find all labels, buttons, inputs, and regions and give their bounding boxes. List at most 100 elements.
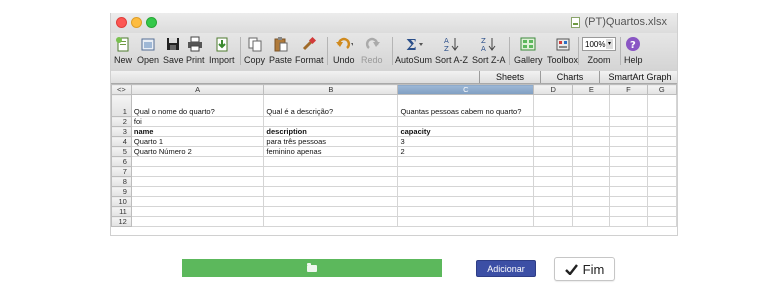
cell[interactable]: feminino apenas xyxy=(263,146,399,157)
cell[interactable]: 3 xyxy=(397,136,535,147)
new-button[interactable]: New xyxy=(114,35,132,65)
cell[interactable] xyxy=(533,206,574,217)
column-header-d[interactable]: D xyxy=(533,84,574,95)
cell[interactable] xyxy=(397,176,535,187)
cell[interactable] xyxy=(397,116,535,127)
cell[interactable]: description xyxy=(263,126,399,137)
cell[interactable]: Qual o nome do quarto? xyxy=(130,94,265,117)
cell[interactable] xyxy=(646,166,677,177)
cell[interactable] xyxy=(533,186,574,197)
cell[interactable]: Qual é a descrição? xyxy=(263,94,399,117)
column-header-c[interactable]: C xyxy=(397,84,535,95)
zoom-control[interactable]: 100% ▾ Zoom xyxy=(582,35,616,65)
cell[interactable] xyxy=(533,126,574,137)
cell[interactable] xyxy=(646,116,677,127)
cell[interactable] xyxy=(609,216,648,227)
cell[interactable] xyxy=(397,186,535,197)
cell[interactable] xyxy=(130,176,265,187)
cell[interactable] xyxy=(609,126,648,137)
cell[interactable] xyxy=(572,176,611,187)
cell[interactable] xyxy=(572,156,611,167)
row-header[interactable]: 12 xyxy=(111,216,132,227)
cell[interactable] xyxy=(609,196,648,207)
tab-smartart[interactable]: SmartArt Graph xyxy=(599,71,677,83)
chevron-down-icon[interactable]: ▾ xyxy=(606,39,613,49)
finish-button[interactable]: Fim xyxy=(554,257,615,281)
select-all-corner[interactable]: <> xyxy=(111,84,132,95)
print-button[interactable]: Print xyxy=(186,35,205,65)
cell[interactable] xyxy=(646,176,677,187)
cell[interactable] xyxy=(533,166,574,177)
cell[interactable]: capacity xyxy=(397,126,535,137)
import-button[interactable]: Import xyxy=(209,35,235,65)
cell[interactable] xyxy=(572,186,611,197)
column-header-f[interactable]: F xyxy=(609,84,648,95)
cell[interactable] xyxy=(572,146,611,157)
cell[interactable] xyxy=(533,146,574,157)
cell[interactable] xyxy=(263,216,399,227)
cell[interactable] xyxy=(533,216,574,227)
cell[interactable] xyxy=(263,186,399,197)
cell[interactable] xyxy=(572,136,611,147)
cell[interactable] xyxy=(130,206,265,217)
cell[interactable] xyxy=(263,176,399,187)
cell[interactable]: name xyxy=(130,126,265,137)
cell[interactable] xyxy=(572,94,611,117)
column-header-g[interactable]: G xyxy=(646,84,677,95)
cell[interactable] xyxy=(609,94,648,117)
cell[interactable] xyxy=(609,176,648,187)
cell[interactable] xyxy=(130,196,265,207)
cell[interactable] xyxy=(646,156,677,167)
cell[interactable] xyxy=(572,126,611,137)
paste-button[interactable]: Paste xyxy=(269,35,292,65)
cell[interactable] xyxy=(572,166,611,177)
row-header[interactable]: 9 xyxy=(111,186,132,197)
row-header[interactable]: 5 xyxy=(111,146,132,157)
cell[interactable]: 2 xyxy=(397,146,535,157)
row-header[interactable]: 2 xyxy=(111,116,132,127)
toolbox-button[interactable]: Toolbox xyxy=(547,35,578,65)
cell[interactable] xyxy=(646,94,677,117)
format-button[interactable]: Format xyxy=(295,35,324,65)
cell[interactable] xyxy=(646,186,677,197)
cell[interactable] xyxy=(263,156,399,167)
row-header[interactable]: 1 xyxy=(111,94,132,117)
cell[interactable] xyxy=(609,166,648,177)
cell[interactable] xyxy=(572,116,611,127)
cell[interactable] xyxy=(533,94,574,117)
cell[interactable]: Quarto 1 xyxy=(130,136,265,147)
cell[interactable] xyxy=(397,216,535,227)
window-close-button[interactable] xyxy=(116,17,127,28)
cell[interactable] xyxy=(646,196,677,207)
cell[interactable] xyxy=(263,116,399,127)
cell[interactable] xyxy=(397,196,535,207)
cell[interactable] xyxy=(646,146,677,157)
cell[interactable] xyxy=(533,196,574,207)
redo-button[interactable]: Redo xyxy=(361,35,383,65)
cell[interactable] xyxy=(646,136,677,147)
cell[interactable] xyxy=(533,116,574,127)
cell[interactable] xyxy=(572,206,611,217)
cell[interactable] xyxy=(130,166,265,177)
cell[interactable] xyxy=(609,136,648,147)
autosum-button[interactable]: Σ AutoSum xyxy=(395,35,432,65)
cell[interactable] xyxy=(609,146,648,157)
cell[interactable] xyxy=(533,136,574,147)
row-header[interactable]: 7 xyxy=(111,166,132,177)
row-header[interactable]: 10 xyxy=(111,196,132,207)
column-header-e[interactable]: E xyxy=(572,84,611,95)
tab-charts[interactable]: Charts xyxy=(540,71,599,83)
cell[interactable]: foi xyxy=(130,116,265,127)
sort-az-button[interactable]: AZ Sort A-Z xyxy=(435,35,468,65)
cell[interactable] xyxy=(533,156,574,167)
add-button[interactable]: Adicionar xyxy=(476,260,536,277)
tab-sheets[interactable]: Sheets xyxy=(479,71,540,83)
row-header[interactable]: 8 xyxy=(111,176,132,187)
column-header-b[interactable]: B xyxy=(263,84,399,95)
undo-button[interactable]: Undo xyxy=(333,35,355,65)
sort-za-button[interactable]: ZA Sort Z-A xyxy=(472,35,506,65)
cell[interactable] xyxy=(263,196,399,207)
cell[interactable] xyxy=(609,206,648,217)
cell[interactable] xyxy=(130,216,265,227)
cell[interactable] xyxy=(609,186,648,197)
